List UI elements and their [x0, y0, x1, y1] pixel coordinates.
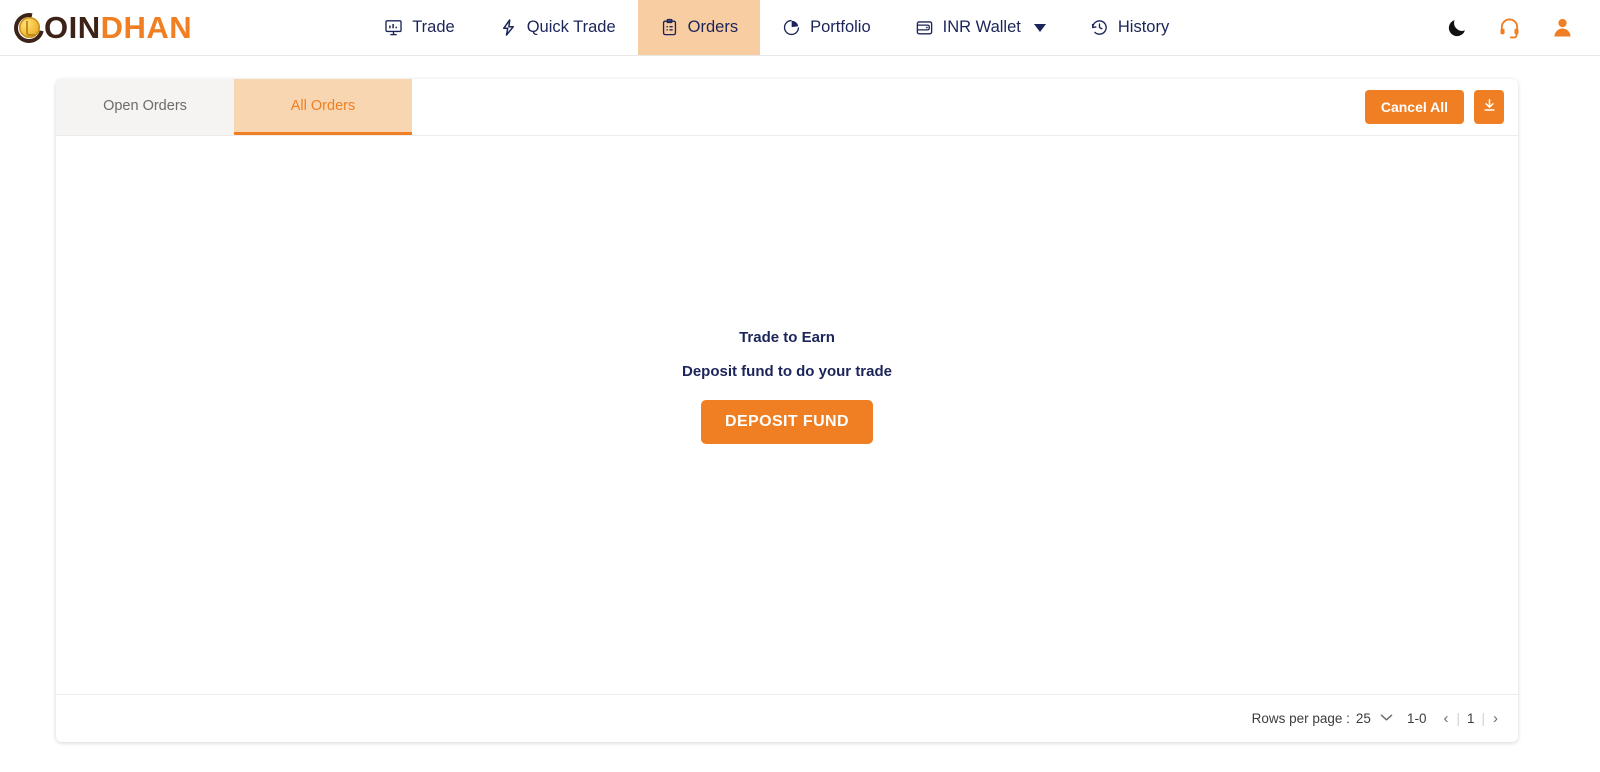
nav-label-inr-wallet: INR Wallet	[942, 18, 1021, 36]
header-actions	[1447, 0, 1600, 55]
tab-all-orders-label: All Orders	[290, 97, 356, 114]
logo-orange-part: DHAN	[100, 9, 193, 45]
logo-text: OINDHAN	[8, 6, 193, 49]
nav-label-trade: Trade	[412, 18, 455, 36]
wallet-icon	[915, 18, 934, 37]
headset-icon[interactable]	[1498, 16, 1521, 39]
pagination-footer: Rows per page : 25 1-0 ‹ | 1 | ›	[56, 694, 1518, 742]
pagination-range: 1-0	[1406, 711, 1427, 726]
nav-label-quick-trade: Quick Trade	[526, 18, 616, 36]
nav-label-orders: Orders	[687, 18, 739, 36]
logo-coin-c-icon	[8, 6, 50, 49]
empty-state: Trade to Earn Deposit fund to do your tr…	[682, 329, 892, 444]
orders-card: Open Orders All Orders Cancel All Trade …	[56, 79, 1518, 742]
pagination-next-button[interactable]: ›	[1489, 711, 1502, 726]
pagination-page-number[interactable]: 1	[1464, 711, 1478, 726]
nav-item-orders[interactable]: Orders	[637, 0, 761, 55]
nav-item-inr-wallet[interactable]: INR Wallet	[893, 0, 1068, 55]
pagination-prev-button[interactable]: ‹	[1439, 711, 1452, 726]
orders-content-area: Trade to Earn Deposit fund to do your tr…	[56, 135, 1518, 694]
empty-state-title: Trade to Earn	[739, 328, 835, 346]
logo-dark-part: OIN	[44, 9, 101, 45]
download-icon	[1482, 97, 1497, 118]
monitor-chart-icon	[384, 18, 403, 37]
tab-open-orders[interactable]: Open Orders	[56, 79, 234, 135]
lightning-bolt-icon	[499, 18, 518, 37]
nav-label-portfolio: Portfolio	[810, 18, 871, 36]
nav-label-history: History	[1117, 18, 1170, 36]
user-icon[interactable]	[1551, 16, 1574, 39]
nav-item-history[interactable]: History	[1068, 0, 1191, 55]
tab-open-orders-label: Open Orders	[103, 97, 187, 114]
cancel-all-button[interactable]: Cancel All	[1364, 90, 1464, 124]
brand-logo[interactable]: OINDHAN	[0, 0, 192, 55]
orders-card-toolbar: Open Orders All Orders Cancel All	[56, 79, 1518, 135]
app-header: OINDHAN Trade Quick Trade Orders Portfol…	[0, 0, 1600, 56]
pagination-separator-left: |	[1456, 711, 1460, 726]
pie-chart-icon	[782, 18, 801, 37]
orders-tabs: Open Orders All Orders	[56, 79, 412, 135]
download-button[interactable]	[1474, 90, 1504, 124]
nav-item-quick-trade[interactable]: Quick Trade	[477, 0, 638, 55]
clipboard-icon	[660, 18, 679, 37]
main-nav: Trade Quick Trade Orders Portfolio INR W…	[192, 0, 1447, 55]
chevron-down-icon[interactable]	[1033, 23, 1046, 32]
clock-history-icon	[1090, 18, 1109, 37]
rows-per-page-value[interactable]: 25	[1356, 711, 1371, 726]
pagination-separator-right: |	[1481, 711, 1485, 726]
nav-item-portfolio[interactable]: Portfolio	[760, 0, 893, 55]
rows-per-page-chevron-down-icon[interactable]	[1380, 710, 1393, 725]
orders-toolbar-actions: Cancel All	[1364, 79, 1518, 135]
moon-icon[interactable]	[1447, 17, 1468, 38]
empty-state-subtitle: Deposit fund to do your trade	[682, 362, 892, 380]
tab-all-orders[interactable]: All Orders	[234, 79, 412, 135]
rows-per-page-label: Rows per page :	[1251, 711, 1350, 726]
nav-item-trade[interactable]: Trade	[362, 0, 477, 55]
deposit-fund-button[interactable]: DEPOSIT FUND	[701, 399, 873, 444]
